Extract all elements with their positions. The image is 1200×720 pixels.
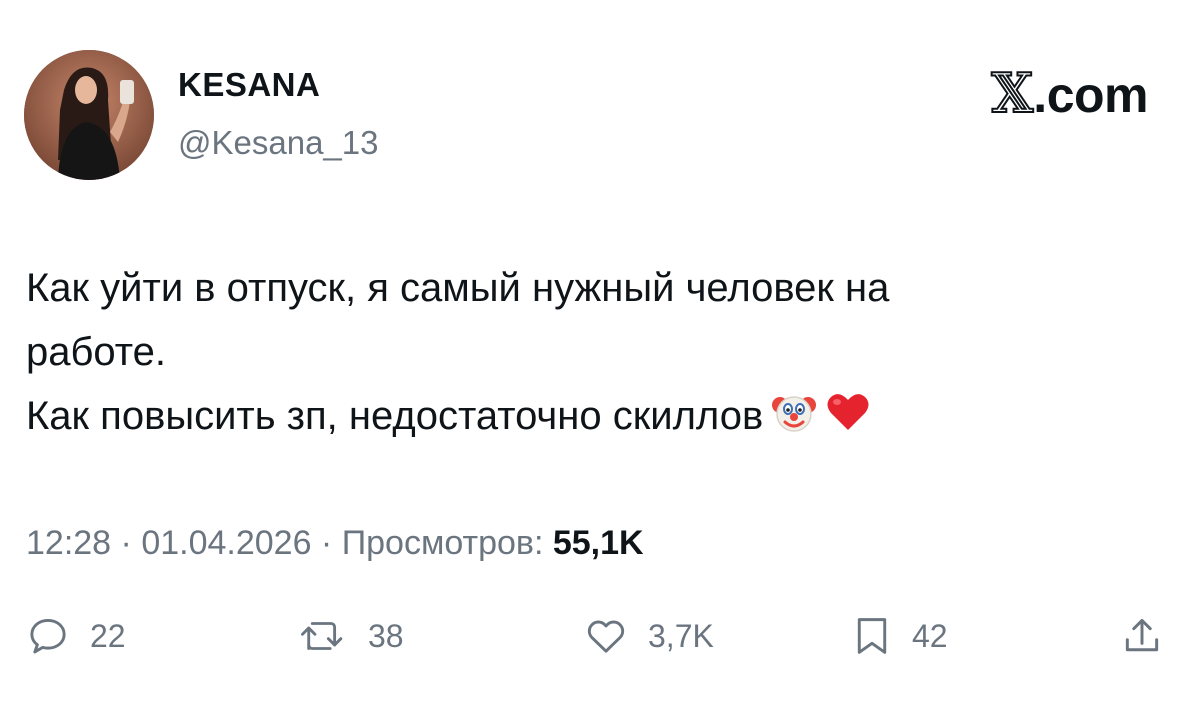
- tweet-line: работе.: [26, 330, 166, 374]
- like-button[interactable]: 3,7K: [584, 614, 714, 658]
- meta-separator: ·: [111, 524, 142, 562]
- red-heart-icon: [825, 389, 871, 454]
- views-count: 55,1K: [552, 524, 644, 562]
- repost-icon: [301, 622, 343, 650]
- tweet-date[interactable]: 01.04.2026: [141, 524, 311, 562]
- reply-button[interactable]: 22: [26, 614, 126, 658]
- reply-icon: [30, 618, 66, 654]
- bookmark-count: 42: [912, 617, 948, 654]
- tweet-line: Как уйти в отпуск, я самый нужный челове…: [26, 266, 890, 310]
- heart-icon: [587, 620, 625, 653]
- tweet-time[interactable]: 12:28: [26, 524, 111, 562]
- like-count: 3,7K: [648, 617, 714, 654]
- bookmark-icon: [857, 618, 887, 654]
- meta-separator: ·: [311, 524, 342, 562]
- brand-domain-suffix: .com: [1033, 67, 1148, 123]
- share-icon: [1125, 618, 1159, 652]
- tweet-line-with-emojis: Как повысить зп, недостаточно скиллов: [26, 384, 1166, 454]
- tweet-metadata: 12:28 · 01.04.2026 · Просмотров: 55,1K: [26, 524, 644, 563]
- repost-count: 38: [368, 617, 404, 654]
- repost-button[interactable]: 38: [298, 614, 404, 658]
- tweet-text: Как уйти в отпуск, я самый нужный челове…: [26, 256, 1166, 454]
- tweet-actions-bar: 22 38 3,7K 42: [0, 604, 1200, 674]
- reply-count: 22: [90, 617, 126, 654]
- bookmark-button[interactable]: 42: [852, 614, 948, 658]
- author-handle[interactable]: @Kesana_13: [178, 124, 378, 162]
- avatar[interactable]: [24, 50, 154, 180]
- clown-face-icon: [771, 389, 817, 454]
- x-com-logo: 𝕏 .com: [990, 61, 1148, 126]
- x-logo-icon: 𝕏: [990, 61, 1034, 126]
- avatar-photo-icon: [24, 50, 154, 180]
- author-display-name[interactable]: KESANA: [178, 66, 320, 104]
- tweet-card: KESANA @Kesana_13 𝕏 .com Как уйти в отпу…: [0, 0, 1200, 720]
- share-button[interactable]: [1120, 614, 1164, 658]
- views-label: Просмотров:: [341, 524, 544, 562]
- tweet-line: Как повысить зп, недостаточно скиллов: [26, 394, 764, 438]
